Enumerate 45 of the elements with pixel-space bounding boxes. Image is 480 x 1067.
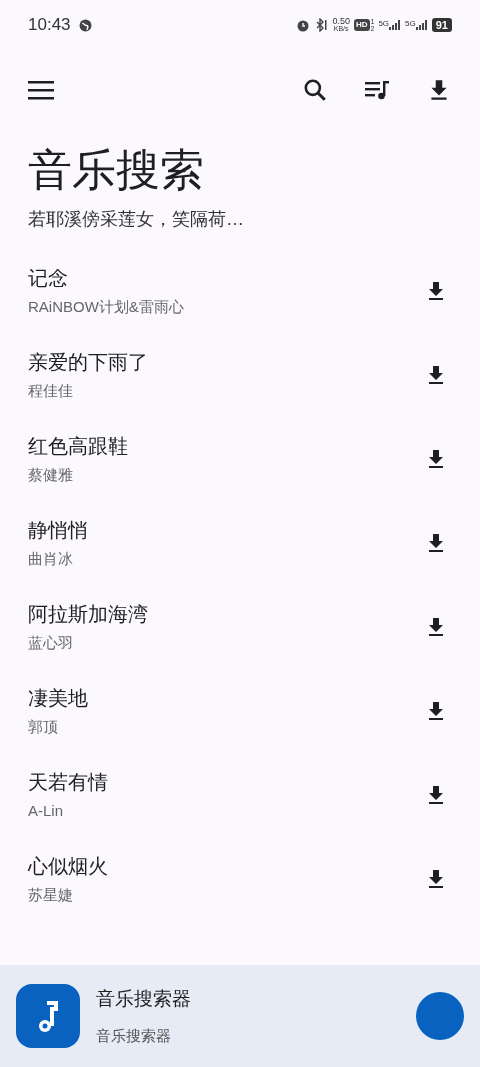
search-icon xyxy=(302,77,328,103)
song-title: 心似烟火 xyxy=(28,854,109,879)
status-time: 10:43 xyxy=(28,14,71,37)
song-artist: 苏星婕 xyxy=(28,885,74,905)
song-title: 静悄悄 xyxy=(28,518,89,543)
player-subtitle: 音乐搜索器 xyxy=(96,1026,172,1046)
globe-icon xyxy=(78,18,92,32)
song-artist: 蔡健雅 xyxy=(28,465,74,485)
song-title: 红色高跟鞋 xyxy=(28,434,129,459)
song-row[interactable]: 心似烟火 苏星婕 xyxy=(0,837,480,921)
player-bar[interactable]: 音乐搜索器 音乐搜索器 xyxy=(0,965,480,1067)
song-title: 阿拉斯加海湾 xyxy=(28,602,149,627)
player-title: 音乐搜索器 xyxy=(96,986,192,1011)
song-title: 亲爱的下雨了 xyxy=(28,350,149,375)
song-row[interactable]: 静悄悄 曲肖冰 xyxy=(0,501,480,585)
song-artist: 程佳佳 xyxy=(28,381,74,401)
song-title: 记念 xyxy=(28,266,69,291)
alarm-icon xyxy=(296,18,311,32)
song-artist: A-Lin xyxy=(28,801,65,821)
song-artist: 郭顶 xyxy=(28,717,59,737)
music-note-icon xyxy=(16,984,80,1048)
speed-value: 0.50 xyxy=(332,17,350,25)
playlist-icon xyxy=(364,78,390,102)
song-row[interactable]: 天若有情 A-Lin xyxy=(0,753,480,837)
play-button[interactable] xyxy=(416,992,464,1040)
song-row[interactable]: 亲爱的下雨了 程佳佳 xyxy=(0,333,480,417)
page-subtitle: 若耶溪傍采莲女，笑隔荷… xyxy=(28,208,245,231)
bluetooth-icon xyxy=(314,18,329,32)
network-type: 5G xyxy=(405,20,416,28)
page-title: 音乐搜索 xyxy=(28,144,205,196)
song-row[interactable]: 阿拉斯加海湾 蓝心羽 xyxy=(0,585,480,669)
song-title: 天若有情 xyxy=(28,770,109,795)
song-artist: 蓝心羽 xyxy=(28,633,74,653)
signal-icon xyxy=(415,20,428,30)
song-title: 凄美地 xyxy=(28,686,89,711)
song-row[interactable]: 凄美地 郭顶 xyxy=(0,669,480,753)
song-row[interactable]: 红色高跟鞋 蔡健雅 xyxy=(0,417,480,501)
menu-icon xyxy=(28,80,54,100)
song-artist: 曲肖冰 xyxy=(28,549,74,569)
network-type: 5G xyxy=(378,20,390,28)
song-row[interactable]: 记念 RAiNBOW计划&雷雨心 xyxy=(0,249,480,333)
hd-badge: HD xyxy=(353,19,370,31)
battery-indicator: 91 xyxy=(431,18,452,32)
song-artist: RAiNBOW计划&雷雨心 xyxy=(28,297,185,317)
signal-icon xyxy=(389,20,402,30)
